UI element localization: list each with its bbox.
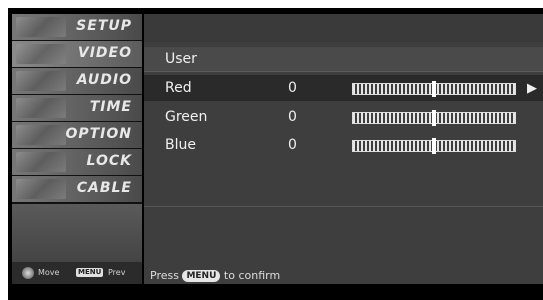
hint-prefix: Press <box>150 269 179 282</box>
menu-item-label: VIDEO <box>77 45 132 61</box>
main-menu: SETUP VIDEO AUDIO TIME OPTION LOCK CABLE… <box>12 14 142 284</box>
row-value: 0 <box>288 109 297 125</box>
row-blue[interactable]: Blue 0 <box>144 132 543 158</box>
menu-key-icon: MENU <box>182 270 221 282</box>
hint-suffix: to confirm <box>223 269 281 282</box>
menu-item-audio[interactable]: AUDIO <box>12 68 142 96</box>
row-label: Red <box>165 80 192 96</box>
row-green[interactable]: Green 0 <box>144 104 543 130</box>
row-red[interactable]: Red 0 ▶ <box>144 75 543 101</box>
divider <box>144 71 543 72</box>
row-label: Green <box>165 109 208 125</box>
menu-item-label: TIME <box>89 99 132 115</box>
menu-item-setup[interactable]: SETUP <box>12 14 142 42</box>
cable-thumbnail-icon <box>16 179 66 199</box>
menu-item-label: OPTION <box>65 126 132 142</box>
row-value: 0 <box>288 137 297 153</box>
green-slider[interactable] <box>352 110 516 126</box>
slider-knob[interactable] <box>432 81 436 97</box>
menu-item-video[interactable]: VIDEO <box>12 41 142 69</box>
menu-preview-area <box>12 204 142 262</box>
user-title-row: User <box>144 47 543 72</box>
video-thumbnail-icon <box>16 44 66 64</box>
menu-item-lock[interactable]: LOCK <box>12 149 142 177</box>
menu-item-label: LOCK <box>86 153 132 169</box>
prev-label: Prev <box>108 268 126 277</box>
red-slider[interactable] <box>352 81 516 97</box>
settings-panel: User Red 0 ▶ Green 0 Blue 0 Press MENU t… <box>144 14 543 284</box>
slider-knob[interactable] <box>432 138 436 154</box>
panel-title: User <box>165 51 197 67</box>
panel-header-bar <box>144 14 543 42</box>
audio-thumbnail-icon <box>16 71 66 91</box>
slider-knob[interactable] <box>432 110 436 126</box>
option-thumbnail-icon <box>16 125 66 145</box>
menu-item-time[interactable]: TIME <box>12 95 142 123</box>
menu-footer: Move MENU Prev <box>12 262 142 284</box>
menu-item-label: SETUP <box>76 18 132 34</box>
menu-item-option[interactable]: OPTION <box>12 122 142 150</box>
row-label: Blue <box>165 137 196 153</box>
menu-item-cable[interactable]: CABLE <box>12 176 142 204</box>
lock-thumbnail-icon <box>16 152 66 172</box>
menu-key-icon: MENU <box>76 268 104 277</box>
menu-item-label: CABLE <box>76 180 132 196</box>
setup-thumbnail-icon <box>16 17 66 37</box>
move-label: Move <box>38 268 60 277</box>
menu-item-label: AUDIO <box>76 72 132 88</box>
divider <box>144 206 543 207</box>
blue-slider[interactable] <box>352 138 516 154</box>
row-value: 0 <box>288 80 297 96</box>
navigation-pad-icon <box>22 267 34 279</box>
confirm-hint: Press MENU to confirm <box>150 269 280 282</box>
right-arrow-icon[interactable]: ▶ <box>527 81 537 96</box>
time-thumbnail-icon <box>16 98 66 118</box>
